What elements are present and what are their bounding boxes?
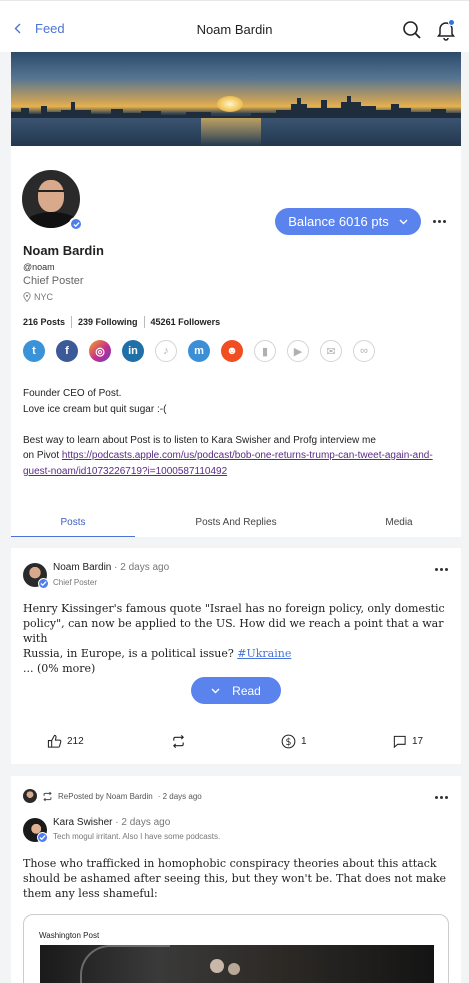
dollar-coin-icon: $ (281, 734, 296, 749)
substack-icon[interactable]: ▮ (254, 340, 276, 362)
repost-time: · 2 days ago (157, 791, 202, 801)
search-icon[interactable] (402, 20, 422, 40)
comment-count: 17 (412, 736, 424, 747)
social-links: t f ◎ in ♪ m ☻ ▮ ▶ ✉ ∞ (23, 340, 375, 362)
notification-dot (448, 19, 455, 26)
like-count: 212 (67, 736, 84, 747)
notifications-bell-icon[interactable] (435, 19, 457, 41)
chevron-down-icon (211, 688, 220, 693)
post-body[interactable]: Henry Kissinger's famous quote "Israel h… (23, 601, 453, 676)
bio-line: Love ice cream but quit sugar :-( (23, 403, 167, 415)
verified-badge-icon (69, 217, 83, 231)
profile-handle: @noam (23, 262, 55, 272)
sun-reflection (201, 118, 261, 146)
svg-text:$: $ (286, 737, 292, 748)
bio-line: Founder CEO of Post. (23, 388, 122, 399)
post-actions: 212 $ 1 17 (11, 731, 461, 753)
post-author-name[interactable]: Kara Swisher (53, 817, 112, 828)
reposter-avatar[interactable] (23, 789, 37, 803)
tip-button[interactable]: $ 1 (281, 734, 307, 749)
tiktok-icon[interactable]: ♪ (155, 340, 177, 362)
post-more-options-icon[interactable] (433, 789, 449, 805)
location-text: NYC (34, 292, 54, 302)
post-more-options-icon[interactable] (433, 561, 449, 577)
post-more-indicator: ... (0% more) (23, 662, 96, 675)
verified-badge-icon (38, 578, 49, 589)
top-bar: Feed Noam Bardin (0, 0, 469, 52)
linkedin-icon[interactable]: in (122, 340, 144, 362)
post-card[interactable]: RePosted by Noam Bardin · 2 days ago Kar… (11, 776, 461, 983)
profile-more-options-icon[interactable] (431, 213, 447, 229)
read-button[interactable]: Read (191, 677, 281, 704)
post-author-line: Kara Swisher · 2 days ago (53, 817, 170, 828)
post-body[interactable]: Those who trafficked in homophobic consp… (23, 856, 453, 901)
profile-location: NYC (23, 292, 53, 302)
posts-count[interactable]: 216 Posts (23, 317, 65, 327)
instagram-icon[interactable]: ◎ (89, 340, 111, 362)
link-preview-image (40, 945, 434, 983)
tab-posts[interactable]: Posts (11, 507, 135, 537)
post-time: · 2 days ago (115, 817, 171, 828)
followers-count[interactable]: 45261 Followers (151, 317, 221, 327)
post-time: · 2 days ago (114, 562, 170, 573)
profile-stats: 216 Posts 239 Following 45261 Followers (23, 316, 220, 328)
reddit-icon[interactable]: ☻ (221, 340, 243, 362)
profile-card: Balance 6016 pts Noam Bardin @noam Chief… (11, 52, 461, 537)
comment-button[interactable]: 17 (392, 734, 423, 749)
thumbs-up-icon (47, 734, 62, 748)
link-icon[interactable]: ∞ (353, 340, 375, 362)
repost-button[interactable] (171, 734, 186, 749)
youtube-icon[interactable]: ▶ (287, 340, 309, 362)
repost-icon (173, 735, 184, 748)
mastodon-icon[interactable]: m (188, 340, 210, 362)
profile-role: Chief Poster (23, 275, 84, 287)
link-preview-card[interactable]: Washington Post (23, 914, 449, 983)
link-preview-source: Washington Post (39, 931, 100, 940)
location-pin-icon (23, 292, 31, 302)
repost-label[interactable]: RePosted by Noam Bardin (58, 792, 153, 801)
hashtag-link[interactable]: #Ukraine (237, 647, 291, 660)
read-label: Read (232, 683, 261, 698)
tab-media[interactable]: Media (337, 507, 461, 537)
like-button[interactable]: 212 (47, 734, 84, 749)
post-author-subtitle: Tech mogul irritant. Also I have some po… (53, 832, 221, 841)
post-author-line: Noam Bardin · 2 days ago (53, 562, 169, 573)
bio-line: on Pivot https://podcasts.apple.com/us/p… (23, 450, 433, 477)
twitter-icon[interactable]: t (23, 340, 45, 362)
profile-tabs: Posts Posts And Replies Media (11, 507, 461, 537)
email-icon[interactable]: ✉ (320, 340, 342, 362)
tab-posts-and-replies[interactable]: Posts And Replies (135, 507, 337, 537)
tip-count: 1 (301, 736, 307, 747)
post-author-name[interactable]: Noam Bardin (53, 562, 111, 573)
page-title: Noam Bardin (196, 22, 273, 37)
podcast-link[interactable]: https://podcasts.apple.com/us/podcast/bo… (23, 450, 433, 477)
following-count[interactable]: 239 Following (78, 317, 138, 327)
comment-icon (393, 735, 406, 749)
verified-badge-icon (37, 832, 48, 843)
post-author-subtitle: Chief Poster (53, 578, 98, 587)
balance-button[interactable]: Balance 6016 pts (275, 208, 421, 235)
facebook-icon[interactable]: f (56, 340, 78, 362)
repost-icon (43, 791, 52, 801)
cover-image (11, 52, 461, 146)
profile-name: Noam Bardin (23, 243, 104, 258)
repost-indicator: RePosted by Noam Bardin · 2 days ago (23, 789, 202, 803)
balance-label: Balance 6016 pts (288, 214, 389, 229)
post-card[interactable]: Noam Bardin · 2 days ago Chief Poster He… (11, 548, 461, 764)
bio-line: Best way to learn about Post is to liste… (23, 434, 376, 446)
chevron-down-icon (399, 219, 408, 224)
profile-bio: Founder CEO of Post. Love ice cream but … (23, 386, 433, 479)
sun-graphic (217, 96, 243, 112)
